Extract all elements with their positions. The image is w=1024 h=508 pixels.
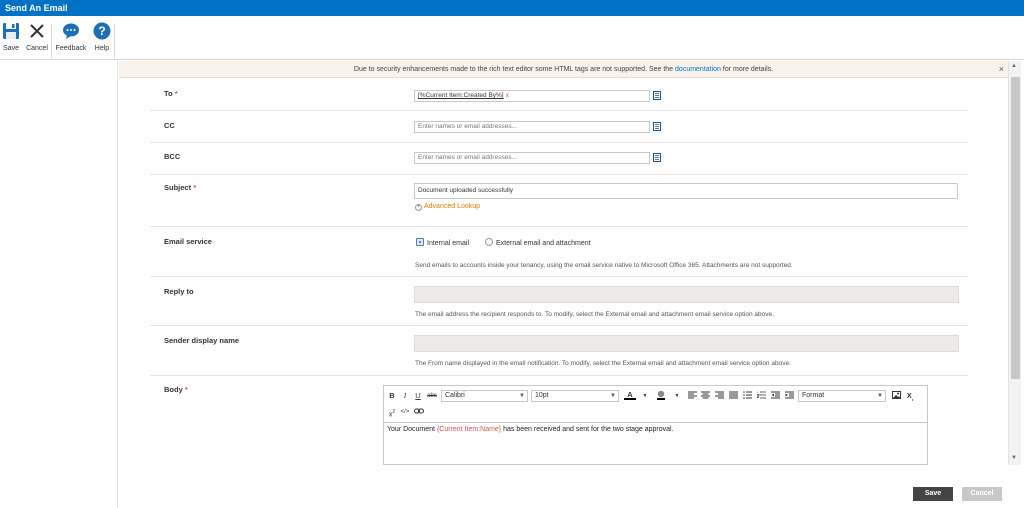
radio-internal-button[interactable] — [416, 238, 424, 246]
scroll-up-icon[interactable]: ▲ — [1011, 63, 1017, 69]
align-center-icon[interactable] — [700, 391, 710, 401]
help-icon: ? — [93, 22, 111, 40]
svg-text:?: ? — [98, 24, 105, 38]
font-size-select[interactable]: 10pt ▼ — [531, 390, 619, 402]
left-pane — [0, 61, 118, 508]
align-right-icon[interactable] — [714, 391, 724, 401]
subject-row: Subject * Document uploaded successfully… — [150, 175, 968, 227]
editor-toolbar: B I U abc Calibri ▼ 10pt ▼ A ▼ ▼ Format ▼ X… — [384, 386, 927, 422]
sender-display-name-label: Sender display name — [164, 336, 240, 345]
ribbon-save-button[interactable]: Save — [1, 21, 21, 59]
source-code-icon[interactable]: </> — [400, 407, 410, 417]
highlight-color-icon[interactable] — [655, 390, 667, 400]
sender-display-name-field — [414, 335, 959, 352]
superscript-icon[interactable]: x2 — [387, 407, 397, 418]
help-label: Help — [94, 45, 110, 52]
align-justify-icon[interactable] — [728, 391, 738, 401]
reply-to-field — [414, 286, 959, 303]
radio-external-button[interactable] — [485, 238, 493, 246]
feedback-label: Feedback — [55, 45, 87, 52]
underline-icon[interactable]: U — [413, 391, 423, 401]
chevron-down-icon[interactable]: ▼ — [672, 391, 682, 401]
scroll-down-icon[interactable]: ▼ — [1011, 455, 1017, 461]
outdent-icon[interactable] — [770, 391, 780, 401]
feedback-icon — [63, 23, 79, 39]
documentation-link[interactable]: documentation — [675, 66, 721, 73]
reply-to-hint: The email address the recipient responds… — [415, 311, 774, 318]
to-row: To * [%Current Item:Created By%] x — [150, 79, 968, 111]
item-name-reference: {Current Item:Name} — [436, 426, 502, 433]
subject-label: Subject * — [164, 183, 197, 192]
close-icon — [30, 24, 44, 38]
vertical-scrollbar[interactable]: ▲ ▼ — [1008, 61, 1021, 465]
security-notice: Due to security enhancements made to the… — [119, 61, 1008, 78]
email-form: To * [%Current Item:Created By%] x CC Ent… — [119, 79, 1008, 465]
clear-formatting-icon[interactable]: Xₓ — [905, 391, 915, 402]
scrollbar-thumb[interactable] — [1011, 77, 1020, 379]
ribbon-help-button[interactable]: ? Help — [92, 21, 112, 59]
subject-field[interactable]: Document uploaded successfully — [414, 183, 958, 199]
ribbon-toolbar: Save Cancel Feedback ? Help — [0, 16, 1024, 60]
format-select[interactable]: Format ▼ — [798, 390, 886, 402]
address-book-icon[interactable] — [653, 153, 661, 162]
editor-content[interactable]: Your Document {Current Item:Name} has be… — [384, 422, 927, 465]
plus-circle-icon: + — [415, 204, 422, 211]
to-token: [%Current Item:Created By%] — [418, 92, 504, 99]
sender-display-name-row: Sender display name The From name displa… — [150, 326, 968, 376]
link-icon[interactable] — [414, 407, 424, 417]
radio-external-email[interactable]: External email and attachment — [485, 238, 591, 247]
reply-to-label: Reply to — [164, 287, 194, 296]
ribbon-cancel-button[interactable]: Cancel — [25, 21, 49, 59]
save-button[interactable]: Save — [913, 487, 953, 501]
footer-bar: Save Cancel — [119, 465, 1024, 508]
image-icon[interactable] — [891, 391, 901, 401]
to-label: To * — [164, 89, 178, 98]
bcc-label: BCC — [164, 152, 181, 161]
bcc-row: BCC Enter names or email addresses... — [150, 143, 968, 175]
cc-label: CC — [164, 121, 175, 130]
cancel-label: Cancel — [26, 45, 48, 52]
address-book-icon[interactable] — [653, 91, 661, 100]
radio-internal-email[interactable]: Internal email — [416, 238, 469, 247]
email-service-row: Email service Internal email External em… — [150, 227, 968, 277]
email-service-label: Email service — [164, 237, 212, 246]
cc-field[interactable]: Enter names or email addresses... — [414, 121, 650, 133]
save-icon — [3, 23, 19, 39]
notice-text: Due to security enhancements made to the… — [353, 66, 674, 73]
ribbon-feedback-button[interactable]: Feedback — [54, 21, 88, 59]
save-label: Save — [3, 45, 19, 52]
chevron-down-icon[interactable]: ▼ — [640, 391, 650, 401]
bullet-list-icon[interactable] — [742, 391, 752, 401]
notice-suffix: for more details. — [722, 66, 774, 73]
numbered-list-icon[interactable] — [756, 391, 766, 401]
font-family-select[interactable]: Calibri ▼ — [441, 390, 528, 402]
italic-icon[interactable]: I — [400, 391, 410, 401]
bold-icon[interactable]: B — [387, 391, 397, 401]
chevron-down-icon: ▼ — [519, 393, 525, 399]
chevron-down-icon: ▼ — [610, 393, 616, 399]
strikethrough-icon[interactable]: abc — [427, 391, 437, 401]
email-service-hint: Send emails to accounts inside your tena… — [415, 262, 793, 269]
align-left-icon[interactable] — [687, 391, 697, 401]
text-color-icon[interactable]: A — [624, 390, 636, 400]
ribbon-divider — [114, 24, 115, 58]
indent-icon[interactable] — [784, 391, 794, 401]
body-label: Body * — [164, 385, 188, 394]
cancel-button[interactable]: Cancel — [962, 487, 1002, 501]
rich-text-editor: B I U abc Calibri ▼ 10pt ▼ A ▼ ▼ Format ▼ X… — [383, 385, 928, 465]
advanced-lookup-link[interactable]: + Advanced Lookup — [415, 203, 480, 211]
notice-close-icon[interactable]: × — [999, 61, 1004, 78]
ribbon-divider — [51, 24, 52, 58]
address-book-icon[interactable] — [653, 122, 661, 131]
bcc-field[interactable]: Enter names or email addresses... — [414, 152, 650, 164]
token-remove-icon[interactable]: x — [506, 92, 509, 99]
reply-to-row: Reply to The email address the recipient… — [150, 277, 968, 326]
sender-display-name-hint: The From name displayed in the email not… — [415, 360, 791, 367]
to-field[interactable]: [%Current Item:Created By%] x — [414, 90, 650, 102]
chevron-down-icon: ▼ — [877, 393, 883, 399]
cc-row: CC Enter names or email addresses... — [150, 111, 968, 143]
window-title: Send An Email — [0, 0, 1024, 16]
